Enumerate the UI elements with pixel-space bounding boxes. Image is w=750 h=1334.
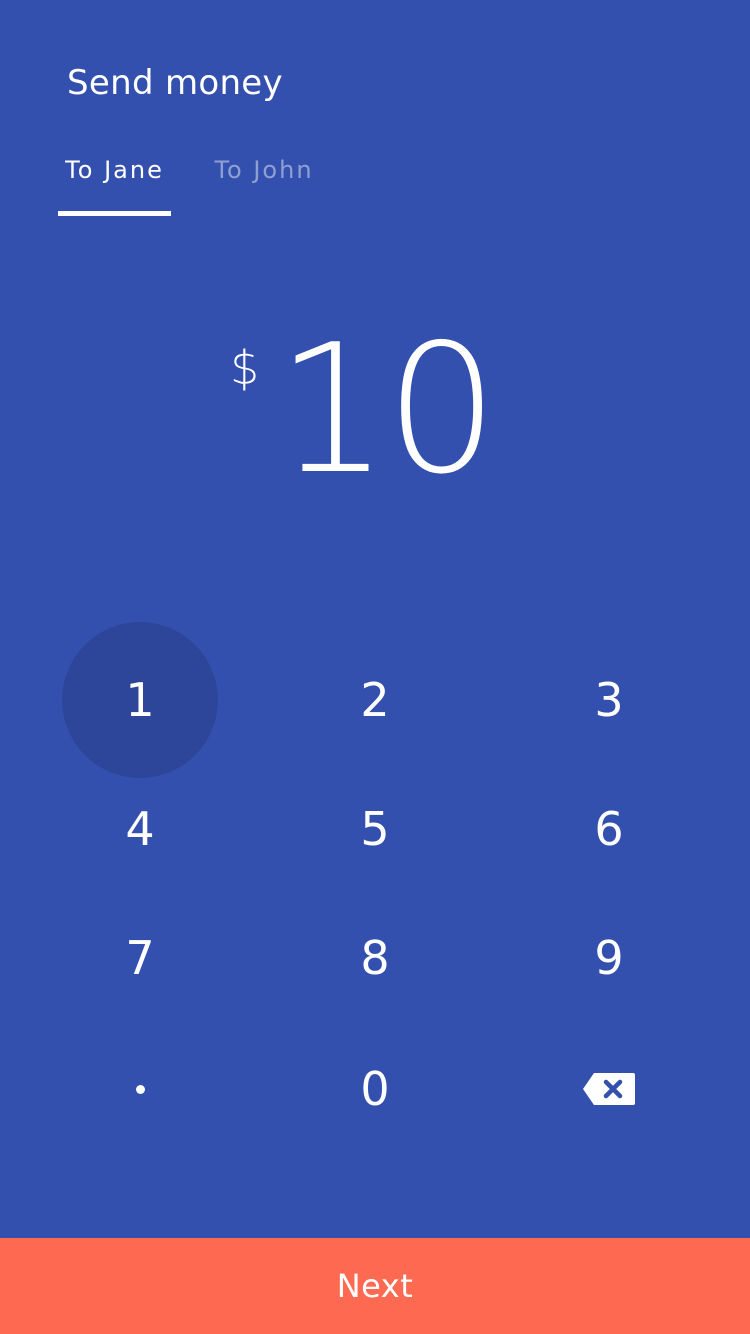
backspace-icon [583, 1073, 635, 1105]
next-button-label: Next [336, 1267, 414, 1305]
amount-display: $ 10 [0, 320, 750, 500]
key-9-label: 9 [594, 931, 624, 985]
key-delete[interactable] [531, 1011, 687, 1167]
tab-to-john[interactable]: To John [200, 150, 328, 216]
currency-symbol: $ [230, 341, 260, 395]
dot-icon [135, 1084, 145, 1094]
key-2-label: 2 [360, 673, 390, 727]
key-0[interactable]: 0 [297, 1011, 453, 1167]
numeric-keypad: 1 2 3 4 5 6 7 8 9 0 [0, 620, 750, 1160]
key-6-label: 6 [594, 802, 624, 856]
page-title: Send money [67, 63, 283, 103]
key-1-label: 1 [125, 673, 155, 727]
recipient-tabs: To Jane To John [0, 150, 750, 220]
amount-value: 10 [276, 306, 498, 513]
key-5-label: 5 [360, 802, 390, 856]
key-8-label: 8 [360, 931, 390, 985]
key-0-label: 0 [360, 1062, 390, 1116]
key-3-label: 3 [594, 673, 624, 727]
key-4-label: 4 [125, 802, 155, 856]
key-decimal[interactable] [62, 1011, 218, 1167]
next-button[interactable]: Next [0, 1238, 750, 1334]
active-tab-indicator [58, 211, 171, 216]
tab-to-jane[interactable]: To Jane [58, 150, 171, 216]
key-7-label: 7 [125, 931, 155, 985]
